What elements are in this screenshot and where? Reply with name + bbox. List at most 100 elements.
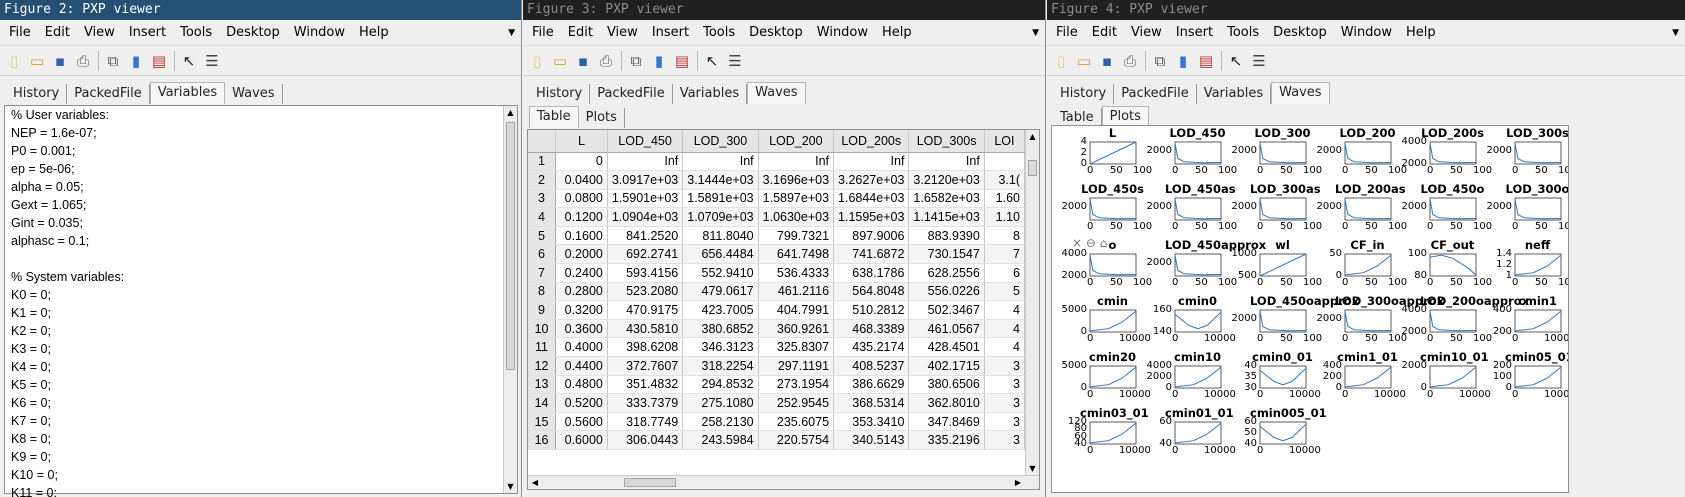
table-cell[interactable]: 1.60: [984, 189, 1025, 209]
tab-waves[interactable]: Waves: [1271, 82, 1330, 104]
row-header[interactable]: 1: [528, 152, 557, 172]
table-cell[interactable]: 638.1786: [833, 263, 910, 283]
table-cell[interactable]: 523.2080: [607, 282, 684, 302]
menu-window[interactable]: Window: [810, 20, 875, 46]
table-cell[interactable]: 1.5901e+03: [607, 189, 684, 209]
wave-plot[interactable]: cmin03_01 120 80 60 40 0 10000: [1060, 406, 1151, 462]
table-cell[interactable]: 340.5143: [833, 430, 910, 450]
scroll-thumb[interactable]: [1028, 160, 1037, 176]
table-cell[interactable]: 258.2130: [682, 412, 759, 432]
menu-window[interactable]: Window: [287, 20, 352, 46]
wave-plot[interactable]: cmin0_01 40 35 30 0 10000: [1230, 350, 1321, 406]
wave-plot[interactable]: cmin05_012001000010000: [1485, 350, 1568, 406]
column-header[interactable]: LOD_200s: [833, 130, 910, 153]
horizontal-scrollbar[interactable]: ◀ ▶: [528, 475, 1039, 489]
table-cell[interactable]: 0.4800: [555, 375, 608, 395]
wave-plot[interactable]: LOD_300as 2000 0 50 100: [1230, 182, 1323, 238]
menu-overflow-icon[interactable]: ▼: [1672, 28, 1679, 38]
table-cell[interactable]: 408.5237: [833, 356, 910, 376]
table-cell[interactable]: 3: [984, 393, 1025, 413]
colorbar-icon[interactable]: ▮: [126, 51, 146, 71]
wave-plot[interactable]: neff1.41.21050100: [1485, 238, 1568, 294]
tab-packedfile[interactable]: PackedFile: [1114, 84, 1197, 104]
table-cell[interactable]: 692.2741: [607, 244, 684, 265]
menu-help[interactable]: Help: [352, 20, 396, 46]
subtab-table[interactable]: Table: [529, 106, 579, 128]
tab-variables[interactable]: Variables: [149, 82, 226, 104]
table-cell[interactable]: 423.7005: [682, 300, 759, 320]
save-icon[interactable]: ▪: [50, 51, 70, 71]
table-cell[interactable]: 3.2627e+03: [833, 170, 910, 190]
table-cell[interactable]: 428.4501: [908, 337, 985, 358]
table-cell[interactable]: 7: [984, 244, 1025, 265]
table-cell[interactable]: 318.2254: [682, 356, 759, 376]
pointer-icon[interactable]: ↖: [1226, 51, 1246, 71]
menu-desktop[interactable]: Desktop: [742, 20, 810, 46]
table-cell[interactable]: 3.1(: [984, 170, 1025, 190]
menu-edit[interactable]: Edit: [561, 20, 600, 46]
table-cell[interactable]: 3: [984, 430, 1025, 450]
vertical-scrollbar[interactable]: ▲ ▼: [1025, 130, 1039, 475]
menu-desktop[interactable]: Desktop: [1266, 20, 1334, 46]
subtab-plots[interactable]: Plots: [579, 108, 625, 128]
table-cell[interactable]: 372.7607: [607, 356, 684, 376]
wave-plot[interactable]: cmin 5000 0 0 10000: [1060, 294, 1151, 350]
column-header[interactable]: L: [555, 130, 608, 153]
table-cell[interactable]: 252.9545: [758, 393, 835, 413]
table-cell[interactable]: 556.0226: [908, 282, 985, 302]
menu-window[interactable]: Window: [1334, 20, 1399, 46]
table-cell[interactable]: 0.2400: [555, 263, 608, 283]
row-header[interactable]: 12: [528, 356, 557, 376]
wave-plot[interactable]: cmin10_01 2000 0 0 10000: [1400, 350, 1491, 406]
table-cell[interactable]: 564.8048: [833, 282, 910, 302]
row-header[interactable]: 4: [528, 207, 557, 227]
wave-plot[interactable]: LOD_450oapprox 2000 0 50 100: [1230, 294, 1360, 350]
table-cell[interactable]: 3.0917e+03: [607, 170, 684, 190]
table-cell[interactable]: 1.10: [984, 207, 1025, 227]
wave-plot[interactable]: LOD_300s2000050100: [1485, 126, 1568, 182]
table-cell[interactable]: 3.1696e+03: [758, 170, 835, 190]
table-cell[interactable]: 502.3467: [908, 300, 985, 320]
table-cell[interactable]: 306.0443: [607, 430, 684, 450]
table-cell[interactable]: 368.5314: [833, 393, 910, 413]
row-header[interactable]: 16: [528, 430, 557, 450]
table-cell[interactable]: 3.1444e+03: [682, 170, 759, 190]
table-cell[interactable]: 335.2196: [908, 430, 985, 450]
column-header[interactable]: LOD_200: [758, 130, 835, 153]
table-cell[interactable]: 841.2520: [607, 226, 684, 246]
row-header[interactable]: 6: [528, 244, 557, 265]
wave-plot[interactable]: cmin20 5000 0 0 10000: [1060, 350, 1151, 406]
table-cell[interactable]: 386.6629: [833, 375, 910, 395]
table-cell[interactable]: 730.1547: [908, 244, 985, 265]
menu-help[interactable]: Help: [875, 20, 919, 46]
table-cell[interactable]: 479.0617: [682, 282, 759, 302]
row-header[interactable]: 2: [528, 170, 557, 190]
menu-desktop[interactable]: Desktop: [219, 20, 287, 46]
wave-plot[interactable]: L 4 2 0 0 50 100: [1060, 126, 1152, 182]
table-cell[interactable]: 628.2556: [908, 263, 985, 283]
scroll-down-icon[interactable]: ▼: [504, 480, 517, 493]
table-cell[interactable]: [984, 152, 1025, 172]
row-header[interactable]: 7: [528, 263, 557, 283]
table-cell[interactable]: 468.3389: [833, 319, 910, 339]
table-cell[interactable]: 402.1715: [908, 356, 985, 376]
menu-file[interactable]: File: [2, 20, 38, 46]
table-cell[interactable]: 398.6208: [607, 337, 684, 358]
window-title[interactable]: Figure 2: PXP viewer: [0, 0, 521, 20]
table-cell[interactable]: 380.6506: [908, 375, 985, 395]
wave-plot[interactable]: LOD_200 2000 0 50 100: [1315, 126, 1408, 182]
menu-help[interactable]: Help: [1399, 20, 1443, 46]
table-cell[interactable]: 351.4832: [607, 375, 684, 395]
scroll-thumb[interactable]: [624, 478, 676, 487]
menu-tools[interactable]: Tools: [1220, 20, 1266, 46]
wave-plot[interactable]: cmin0 160 140 0 10000: [1145, 294, 1236, 350]
row-header[interactable]: 3: [528, 189, 557, 209]
new-file-icon[interactable]: ▯: [527, 51, 547, 71]
open-folder-icon[interactable]: ▭: [550, 51, 570, 71]
table-cell[interactable]: 641.7498: [758, 244, 835, 265]
table-cell[interactable]: 3: [984, 356, 1025, 376]
table-cell[interactable]: 0.5600: [555, 412, 608, 432]
table-cell[interactable]: 346.3123: [682, 337, 759, 358]
table-cell[interactable]: 8: [984, 226, 1025, 246]
open-folder-icon[interactable]: ▭: [27, 51, 47, 71]
